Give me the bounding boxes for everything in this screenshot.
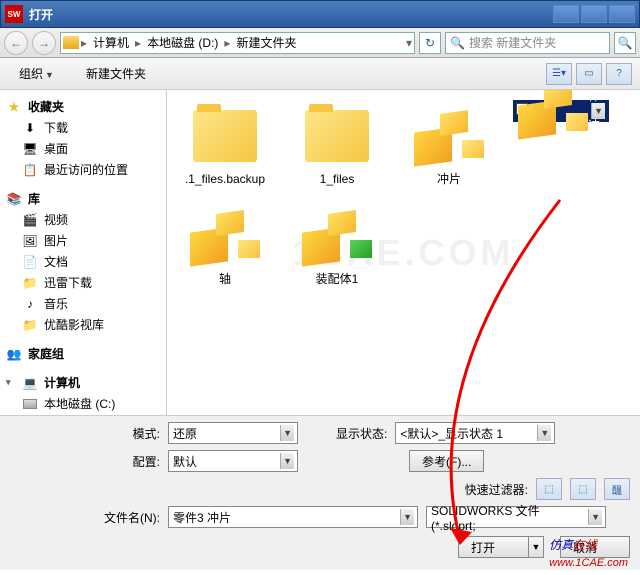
preview-pane-button[interactable]: ▭ (576, 63, 602, 85)
help-button[interactable]: ? (606, 63, 632, 85)
document-icon: 📄 (22, 254, 38, 270)
sidebar-item-xunlei[interactable]: 📁迅雷下载 (0, 272, 166, 293)
file-item[interactable]: 1_files (289, 100, 385, 190)
folder-icon (305, 110, 369, 162)
sidebar-group-homegroup[interactable]: 👥家庭组 (0, 343, 166, 364)
window-title: 打开 (29, 6, 53, 23)
video-icon: 🎬 (22, 212, 38, 228)
search-button[interactable]: 🔍 (614, 32, 636, 54)
file-item[interactable]: 轴 (177, 200, 273, 290)
search-placeholder: 搜索 新建文件夹 (469, 34, 556, 51)
sidebar: ★收藏夹 ⬇下载 🖥桌面 📋最近访问的位置 📚库 🎬视频 🖼图片 📄文档 📁迅雷… (0, 90, 167, 415)
sidebar-item-recent[interactable]: 📋最近访问的位置 (0, 159, 166, 180)
drive-icon (23, 399, 37, 409)
file-list[interactable]: 1CAE.COM .1_files.backup1_files冲片✓零件3 冲片… (167, 90, 640, 415)
display-state-label: 显示状态: (336, 425, 387, 442)
file-item[interactable]: 冲片 (401, 100, 497, 190)
breadcrumb-segment[interactable]: 新建文件夹 (232, 34, 300, 51)
toolbar: 组织▼ 新建文件夹 ☰▾ ▭ ? (0, 58, 640, 90)
folder-icon: 📁 (22, 275, 38, 291)
file-name: 轴 (181, 272, 269, 286)
nav-back-button[interactable]: ← (4, 31, 28, 55)
open-button[interactable]: 打开 (458, 536, 528, 558)
part-icon (190, 208, 260, 264)
filetype-select[interactable]: SOLIDWORKS 文件 (*.sldprt; (426, 506, 606, 528)
file-name: 冲片 (405, 172, 493, 186)
view-mode-button[interactable]: ☰▾ (546, 63, 572, 85)
music-icon: ♪ (22, 296, 38, 312)
sidebar-item-documents[interactable]: 📄文档 (0, 251, 166, 272)
search-input[interactable]: 🔍 搜索 新建文件夹 (445, 32, 610, 54)
breadcrumb-segment[interactable]: 本地磁盘 (D:) (143, 34, 222, 51)
filename-label: 文件名(N): (10, 509, 160, 526)
filter-parts-button[interactable]: ⬚ (536, 478, 562, 500)
window-buttons (551, 5, 635, 23)
organize-button[interactable]: 组织▼ (8, 61, 65, 86)
file-name: 零件3 冲片 (588, 90, 600, 147)
sidebar-item-music[interactable]: ♪音乐 (0, 293, 166, 314)
mode-label: 模式: (10, 425, 160, 442)
mode-select[interactable]: 还原 (168, 422, 298, 444)
address-bar: ← → ▸ 计算机 ▸ 本地磁盘 (D:) ▸ 新建文件夹 ▾ ↻ 🔍 搜索 新… (0, 28, 640, 58)
folder-icon (193, 110, 257, 162)
title-bar: SW 打开 (0, 0, 640, 28)
references-button[interactable]: 参考(F)... (409, 450, 484, 472)
file-item[interactable]: .1_files.backup (177, 100, 273, 190)
folder-icon (63, 36, 79, 49)
filter-assemblies-button[interactable]: ⬚ (570, 478, 596, 500)
config-label: 配置: (10, 453, 160, 470)
display-state-select[interactable]: <默认>_显示状态 1 (395, 422, 555, 444)
sidebar-item-desktop[interactable]: 🖥桌面 (0, 138, 166, 159)
breadcrumb-segment[interactable]: 计算机 (89, 34, 133, 51)
sidebar-item-videos[interactable]: 🎬视频 (0, 209, 166, 230)
site-watermark: 仿真在线 www.1CAE.com (549, 536, 628, 569)
sidebar-item-pictures[interactable]: 🖼图片 (0, 230, 166, 251)
main-area: ★收藏夹 ⬇下载 🖥桌面 📋最近访问的位置 📚库 🎬视频 🖼图片 📄文档 📁迅雷… (0, 90, 640, 415)
close-button[interactable] (609, 5, 635, 23)
desktop-icon: 🖥 (22, 141, 38, 157)
sidebar-group-computer[interactable]: ▾💻计算机 (0, 372, 166, 393)
config-select[interactable]: 默认 (168, 450, 298, 472)
computer-icon: 💻 (22, 375, 38, 391)
file-item[interactable]: ✓零件3 冲片 (513, 100, 609, 122)
filename-input[interactable]: 零件3 冲片 (168, 506, 418, 528)
breadcrumb[interactable]: ▸ 计算机 ▸ 本地磁盘 (D:) ▸ 新建文件夹 ▾ (60, 32, 415, 54)
maximize-button[interactable] (581, 5, 607, 23)
part-icon (414, 108, 484, 164)
picture-icon: 🖼 (22, 233, 38, 249)
filter-drawings-button[interactable]: 醞 (604, 478, 630, 500)
recent-icon: 📋 (22, 162, 38, 178)
refresh-button[interactable]: ↻ (419, 32, 441, 54)
new-folder-button[interactable]: 新建文件夹 (75, 61, 157, 86)
file-name: .1_files.backup (181, 172, 269, 186)
app-icon: SW (5, 5, 23, 23)
star-icon: ★ (6, 99, 22, 115)
file-name: 1_files (293, 172, 381, 186)
sidebar-group-libraries[interactable]: 📚库 (0, 188, 166, 209)
sidebar-item-drive-c[interactable]: 本地磁盘 (C:) (0, 393, 166, 414)
sidebar-item-downloads[interactable]: ⬇下载 (0, 117, 166, 138)
search-icon: 🔍 (450, 36, 465, 50)
quick-filter-label: 快速过滤器: (465, 481, 528, 498)
file-name: 装配体1 (293, 272, 381, 286)
sidebar-group-favorites[interactable]: ★收藏夹 (0, 96, 166, 117)
part-icon (518, 90, 588, 137)
open-button-group: 打开 ▼ (458, 536, 544, 558)
homegroup-icon: 👥 (6, 346, 22, 362)
nav-forward-button[interactable]: → (32, 31, 56, 55)
download-icon: ⬇ (22, 120, 38, 136)
minimize-button[interactable] (553, 5, 579, 23)
library-icon: 📚 (6, 191, 22, 207)
sidebar-item-youku[interactable]: 📁优酷影视库 (0, 314, 166, 335)
file-item[interactable]: 装配体1 (289, 200, 385, 290)
folder-icon: 📁 (22, 317, 38, 333)
open-dropdown-button[interactable]: ▼ (528, 536, 544, 558)
dialog-controls: 模式: 还原 显示状态: <默认>_显示状态 1 配置: 默认 参考(F)...… (0, 415, 640, 570)
part-icon (302, 208, 372, 264)
